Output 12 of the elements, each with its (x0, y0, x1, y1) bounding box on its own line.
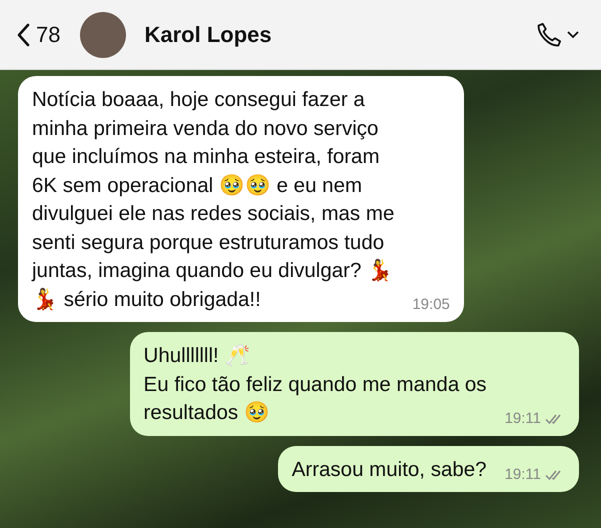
message-time: 19:11 (504, 410, 541, 428)
back-chevron-icon[interactable] (16, 22, 30, 46)
phone-icon[interactable] (535, 20, 563, 48)
message-text: Arrasou muito, sabe? (292, 456, 487, 482)
caret-icon[interactable] (567, 30, 579, 38)
message-time: 19:11 (504, 466, 541, 484)
message-text: Uhulllllll! 🥂 Eu fico tão feliz quando me manda os resultados 🥹 (144, 343, 487, 426)
message-time: 19:05 (412, 296, 450, 314)
message-text: Notícia boaaa, hoje consegui fazer a minha primeira venda do novo serviço que incluímos na minha esteira, foram 6K sem operacional 🥹🥹 e eu nem divulguei ele nas redes sociais, mas me senti segura porque estruturamos tudo juntas, imagina quando eu divulgar? 💃 💃 sério muito obrigada!! (32, 87, 394, 312)
unread-count: 78 (36, 22, 60, 48)
avatar[interactable] (80, 12, 126, 58)
contact-name[interactable]: Karol Lopes (144, 22, 535, 48)
